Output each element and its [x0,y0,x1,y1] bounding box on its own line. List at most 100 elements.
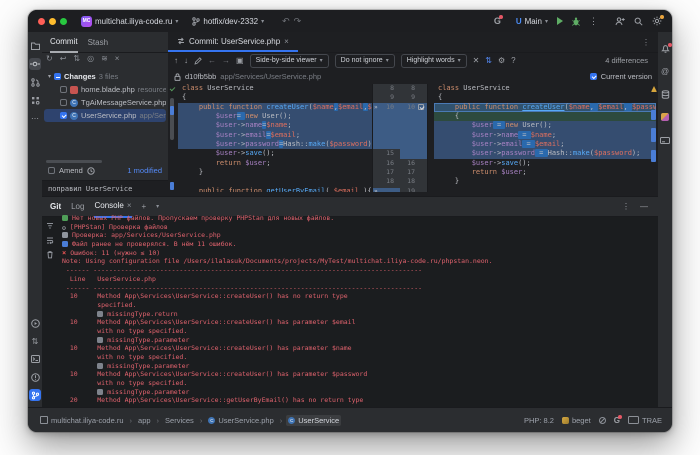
group-by-icon[interactable]: ≋ [101,54,108,63]
next-diff-icon[interactable]: ↓ [184,56,188,65]
shelve-icon[interactable]: ⇅ [73,54,80,63]
commit-message-input[interactable]: поправил UserService [42,180,168,196]
help-icon[interactable]: ? [511,56,515,65]
pull-requests-icon[interactable] [28,74,42,90]
tab-commit-userservice[interactable]: Commit: UserService.php × [168,32,298,52]
terminal-icon[interactable] [28,351,42,367]
left-error-stripe[interactable] [168,84,178,192]
run-config-select[interactable]: U Main ▾ [516,17,548,26]
undo-button[interactable]: ↶ [282,16,290,27]
jump-to-source-icon[interactable]: ▣ [236,56,244,65]
settings-gear-icon[interactable] [652,15,664,26]
file-checkbox[interactable] [60,112,67,119]
expand-icon[interactable]: × [115,54,120,63]
redo-button[interactable]: ↷ [294,16,302,27]
minimize-window-button[interactable] [49,17,56,25]
code-with-me-button[interactable]: G [494,15,503,26]
revision-hash[interactable]: d10fb5bb [185,72,216,81]
run-icon[interactable] [28,315,42,331]
package-icon[interactable] [658,109,672,125]
no-inspection-icon[interactable] [598,416,606,424]
filter-icon[interactable] [46,222,54,230]
options-kebab-icon[interactable]: ⋮ [622,202,630,211]
php-version-widget[interactable]: PHP: 8.2 [524,416,554,425]
breadcrumb-item[interactable]: app [136,415,153,426]
breadcrumb-item[interactable]: multichat.iliya-code.ru [38,415,126,426]
console-output[interactable]: Нет новых PHP файлов. Пропускаем проверк… [58,214,658,405]
preview-diff-icon[interactable]: ◎ [87,54,94,63]
close-window-button[interactable] [38,17,45,25]
database-icon[interactable] [658,86,672,102]
update-indicator[interactable]: G [614,414,622,425]
prev-diff-icon[interactable]: ↑ [174,56,178,65]
changes-file-row[interactable]: CUserService.phpapp/Services [44,109,166,122]
forward-arrow-icon[interactable]: → [222,56,230,65]
viewer-mode-select[interactable]: Side-by-side viewer ▾ [249,53,329,68]
current-version-checkbox[interactable] [589,73,597,80]
close-icon[interactable]: × [284,37,289,46]
close-icon[interactable]: × [127,201,132,210]
tab-options-icon[interactable]: ⋮ [642,38,658,47]
diff-settings-gear-icon[interactable]: ⚙ [498,56,505,65]
trae-widget[interactable]: TRAE [627,416,662,425]
search-everywhere-icon[interactable] [634,17,643,26]
soft-wrap-icon[interactable] [46,236,54,244]
commit-panel-tabs: Commit Stash [42,32,168,53]
sort-icon[interactable]: ⇅ [28,333,42,349]
editor-tab-bar: Commit: UserService.php × ⋮ [168,32,658,53]
tab-stash[interactable]: Stash [88,32,108,52]
git-toolwindow: Git Log Console × + ▾ ⋮ — Нет новых PHP ф… [42,196,658,408]
git-branch-icon[interactable] [28,387,42,403]
whitespace-select[interactable]: Do not ignore ▾ [334,53,395,68]
file-checkbox[interactable] [60,99,67,106]
mentions-icon[interactable]: @ [658,63,672,79]
console-line: Нет новых PHP файлов. Пропускаем проверк… [62,214,658,223]
problems-icon[interactable] [28,369,42,385]
clear-trash-icon[interactable] [46,250,54,259]
more-actions-button[interactable]: ⋮ [589,16,598,27]
host-widget[interactable]: beget [561,416,591,425]
project-folder-icon[interactable] [28,38,42,54]
breadcrumb-item[interactable]: C UserService [286,414,342,426]
edit-pencil-icon[interactable] [194,56,202,65]
chevron-down-icon[interactable]: ▾ [156,203,159,210]
sync-scroll-icon[interactable]: ⇅ [485,56,492,65]
amend-checkbox[interactable] [48,167,55,174]
branch-widget[interactable]: hotfix/dev-2332 ▾ [192,17,264,26]
commit-icon[interactable] [28,56,42,72]
file-checkbox[interactable] [60,86,67,93]
changes-file-row[interactable]: CTgAiMessageService.phpapp/ [44,96,166,109]
diff-pane-left[interactable]: class UserService{ public function creat… [178,84,372,192]
more-icon[interactable]: ⋯ [28,110,42,126]
breadcrumb-item[interactable]: C UserService.php [206,415,275,426]
run-button[interactable] [557,17,563,25]
include-change-checkbox[interactable] [418,104,424,111]
card-icon[interactable] [658,132,672,148]
new-tab-plus-icon[interactable]: + [142,202,147,211]
rollback-icon[interactable]: ↩ [60,54,67,63]
diff-code-line-left: $user->name=$name; [178,121,372,131]
breadcrumb-item[interactable]: Services [163,415,196,426]
modified-count[interactable]: 1 modified [127,166,162,175]
scrollbar-thumb[interactable] [170,98,174,140]
diff-marker-icon[interactable]: » [374,187,378,192]
changes-file-row[interactable]: home.blade.phpresources/vie [44,83,166,96]
project-widget[interactable]: MC multichat.iliya-code.ru ▾ [81,15,178,27]
diff-pane-right[interactable]: class UserService{ public function creat… [428,84,656,192]
highlight-select[interactable]: Highlight words ▾ [400,53,467,68]
add-user-button[interactable] [615,16,625,26]
hide-panel-icon[interactable]: — [640,202,648,211]
history-clock-icon[interactable] [87,166,95,175]
tree-scrollbar[interactable] [46,160,102,163]
refresh-icon[interactable]: ↻ [46,54,53,63]
debug-button[interactable] [572,17,580,26]
back-arrow-icon[interactable]: ← [208,56,216,65]
changes-root-checkbox[interactable] [54,73,62,80]
structure-icon[interactable] [28,92,42,108]
right-error-stripe[interactable] [650,84,658,192]
zoom-window-button[interactable] [60,17,67,25]
collapse-icon[interactable]: ✕ [473,56,480,65]
tab-commit[interactable]: Commit [50,32,78,53]
changes-root-row[interactable]: ▾ Changes 3 files [44,70,166,83]
notifications-icon[interactable] [658,40,672,56]
